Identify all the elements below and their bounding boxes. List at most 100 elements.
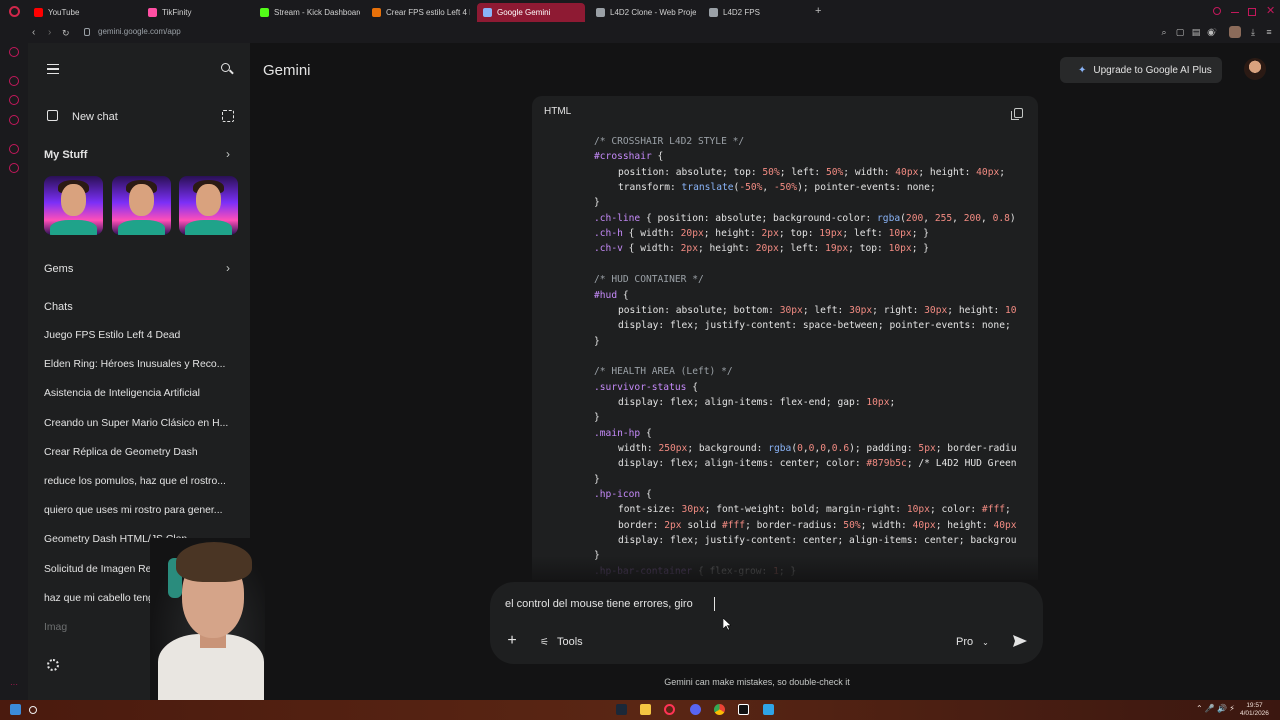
chrome-icon[interactable]	[714, 704, 725, 715]
disclaimer-text: Gemini can make mistakes, so double-chec…	[664, 677, 850, 687]
code-line: #hud {	[594, 289, 629, 301]
chat-list-item[interactable]: haz que mi cabello teng	[44, 593, 154, 604]
add-attachment-button[interactable]: +	[503, 632, 521, 650]
settings-icon[interactable]	[9, 163, 19, 173]
instagram-icon[interactable]	[9, 115, 19, 125]
forward-icon[interactable]: ›	[48, 26, 51, 40]
tab-favicon-icon	[260, 8, 269, 17]
code-block: HTML /* CROSSHAIR L4D2 STYLE */ #crosshai…	[532, 96, 1038, 580]
chat-list-item[interactable]: Juego FPS Estilo Left 4 Dead	[44, 330, 180, 341]
profile-avatar[interactable]	[1229, 26, 1241, 38]
my-stuff-header[interactable]: My Stuff	[44, 149, 87, 161]
chat-list-item[interactable]: Solicitud de Imagen Reali	[44, 564, 162, 575]
search-tabs-icon[interactable]	[1213, 7, 1221, 15]
install-app-icon[interactable]: ▢	[1175, 27, 1185, 37]
browser-tab[interactable]: TikFinity	[142, 3, 248, 22]
windows-start-icon[interactable]	[10, 704, 21, 715]
page-title[interactable]: Gemini	[263, 62, 311, 79]
browser-tab[interactable]: Crear FPS estilo Left 4 De	[366, 3, 470, 22]
opera-logo-icon[interactable]	[9, 6, 20, 17]
prompt-input[interactable]: el control del mouse tiene errores, giro	[505, 598, 693, 610]
settings-gear-icon[interactable]	[47, 659, 59, 671]
prompt-input-box[interactable]	[490, 582, 1043, 664]
chevron-right-icon[interactable]: ›	[226, 147, 230, 161]
file-explorer-icon[interactable]	[640, 704, 651, 715]
chat-list-item[interactable]: quiero que uses mi rostro para gener...	[44, 505, 222, 516]
account-avatar[interactable]	[1244, 58, 1266, 80]
chat-list-item[interactable]: Asistencia de Inteligencia Artificial	[44, 388, 200, 399]
maximize-button[interactable]	[1248, 8, 1256, 16]
my-stuff-image-1[interactable]	[44, 176, 103, 235]
chat-list-item[interactable]: reduce los pomulos, haz que el rostro...	[44, 476, 226, 487]
browser-tab-bar: YouTube TikFinity Stream - Kick Dashboard C…	[0, 0, 1280, 24]
tab-favicon-icon	[709, 8, 718, 17]
taskbar-clock[interactable]: 19:57 4/01/2026	[1240, 702, 1269, 718]
chevron-right-icon[interactable]: ›	[226, 261, 230, 275]
browser-tab[interactable]: L4D2 Clone - Web Project	[590, 3, 696, 22]
tools-icon: ⚟	[540, 636, 549, 648]
new-chat-button[interactable]: New chat	[72, 111, 118, 123]
upgrade-label: Upgrade to Google AI Plus	[1093, 64, 1212, 76]
tools-button[interactable]: ⚟ Tools	[540, 634, 583, 650]
back-icon[interactable]: ‹	[32, 26, 35, 40]
code-line: position: absolute; bottom: 30px; left: …	[618, 304, 1017, 316]
search-icon[interactable]	[221, 63, 234, 75]
close-window-button[interactable]: ✕	[1266, 4, 1275, 17]
steam-icon[interactable]	[616, 704, 627, 715]
chat-list-item[interactable]: Imag	[44, 622, 67, 633]
discord-icon[interactable]	[690, 704, 701, 715]
webcam-overlay	[150, 538, 265, 700]
opera-gx-icon[interactable]	[664, 704, 675, 715]
upgrade-button[interactable]: ✦ Upgrade to Google AI Plus	[1060, 57, 1222, 83]
sparkle-icon: ✦	[1078, 64, 1087, 76]
code-line: border: 2px solid #fff; border-radius: 5…	[618, 519, 1017, 531]
browser-tab[interactable]: Google Gemini	[477, 3, 585, 22]
temporary-chat-icon[interactable]	[222, 110, 234, 122]
code-line: .survivor-status {	[594, 381, 698, 393]
zoom-icon[interactable]: ⌕	[1159, 27, 1169, 37]
tab-favicon-icon	[372, 8, 381, 17]
hamburger-menu-icon[interactable]	[47, 64, 59, 74]
more-icon[interactable]: ···	[10, 680, 18, 689]
whatsapp-icon[interactable]	[9, 95, 19, 105]
bookmark-bar-icon[interactable]: ▤	[1191, 27, 1201, 37]
history-icon[interactable]	[9, 144, 19, 154]
menu-icon[interactable]: ≡	[1264, 27, 1274, 37]
tab-label: L4D2 FPS	[723, 8, 760, 17]
browser-tab[interactable]: L4D2 FPS	[703, 3, 803, 22]
model-selector[interactable]: Pro ⌄	[956, 634, 989, 650]
url-field[interactable]: gemini.google.com/app	[98, 27, 181, 36]
code-line: display: flex; align-items: center; colo…	[618, 458, 1017, 470]
app-icon[interactable]	[763, 704, 774, 715]
download-icon[interactable]: ⤓	[1248, 27, 1258, 37]
text-caret	[714, 597, 715, 611]
messenger-icon[interactable]	[9, 76, 19, 86]
gems-header[interactable]: Gems	[44, 263, 73, 275]
reload-icon[interactable]: ↻	[62, 26, 70, 40]
heart-icon[interactable]: ♡	[1208, 27, 1218, 37]
copy-icon[interactable]	[1011, 108, 1023, 120]
my-stuff-image-3[interactable]	[179, 176, 238, 235]
browser-tab[interactable]: YouTube	[28, 3, 136, 22]
new-tab-button[interactable]: +	[815, 5, 821, 17]
chats-header: Chats	[44, 301, 73, 313]
site-info-icon[interactable]	[84, 28, 90, 36]
tab-favicon-icon	[596, 8, 605, 17]
code-line: display: flex; align-items: flex-end; ga…	[618, 396, 896, 408]
tools-label: Tools	[556, 636, 583, 648]
search-icon[interactable]	[29, 706, 37, 714]
code-line: .ch-v { width: 2px; height: 20px; left: …	[594, 243, 930, 255]
tab-label: Stream - Kick Dashboard	[274, 8, 360, 17]
code-line: #crosshair {	[594, 151, 664, 163]
send-icon[interactable]	[1011, 632, 1029, 650]
my-stuff-image-2[interactable]	[112, 176, 171, 235]
edit-icon[interactable]	[47, 110, 58, 121]
minimize-button[interactable]	[1231, 12, 1239, 13]
chat-list-item[interactable]: Elden Ring: Héroes Inusuales y Reco...	[44, 359, 225, 370]
chevron-down-icon: ⌄	[982, 637, 989, 647]
chat-list-item[interactable]: Creando un Super Mario Clásico en H...	[44, 418, 228, 429]
aria-icon[interactable]	[9, 47, 19, 57]
browser-tab[interactable]: Stream - Kick Dashboard	[254, 3, 360, 22]
capcut-icon[interactable]	[738, 704, 749, 715]
chat-list-item[interactable]: Crear Réplica de Geometry Dash	[44, 447, 198, 458]
